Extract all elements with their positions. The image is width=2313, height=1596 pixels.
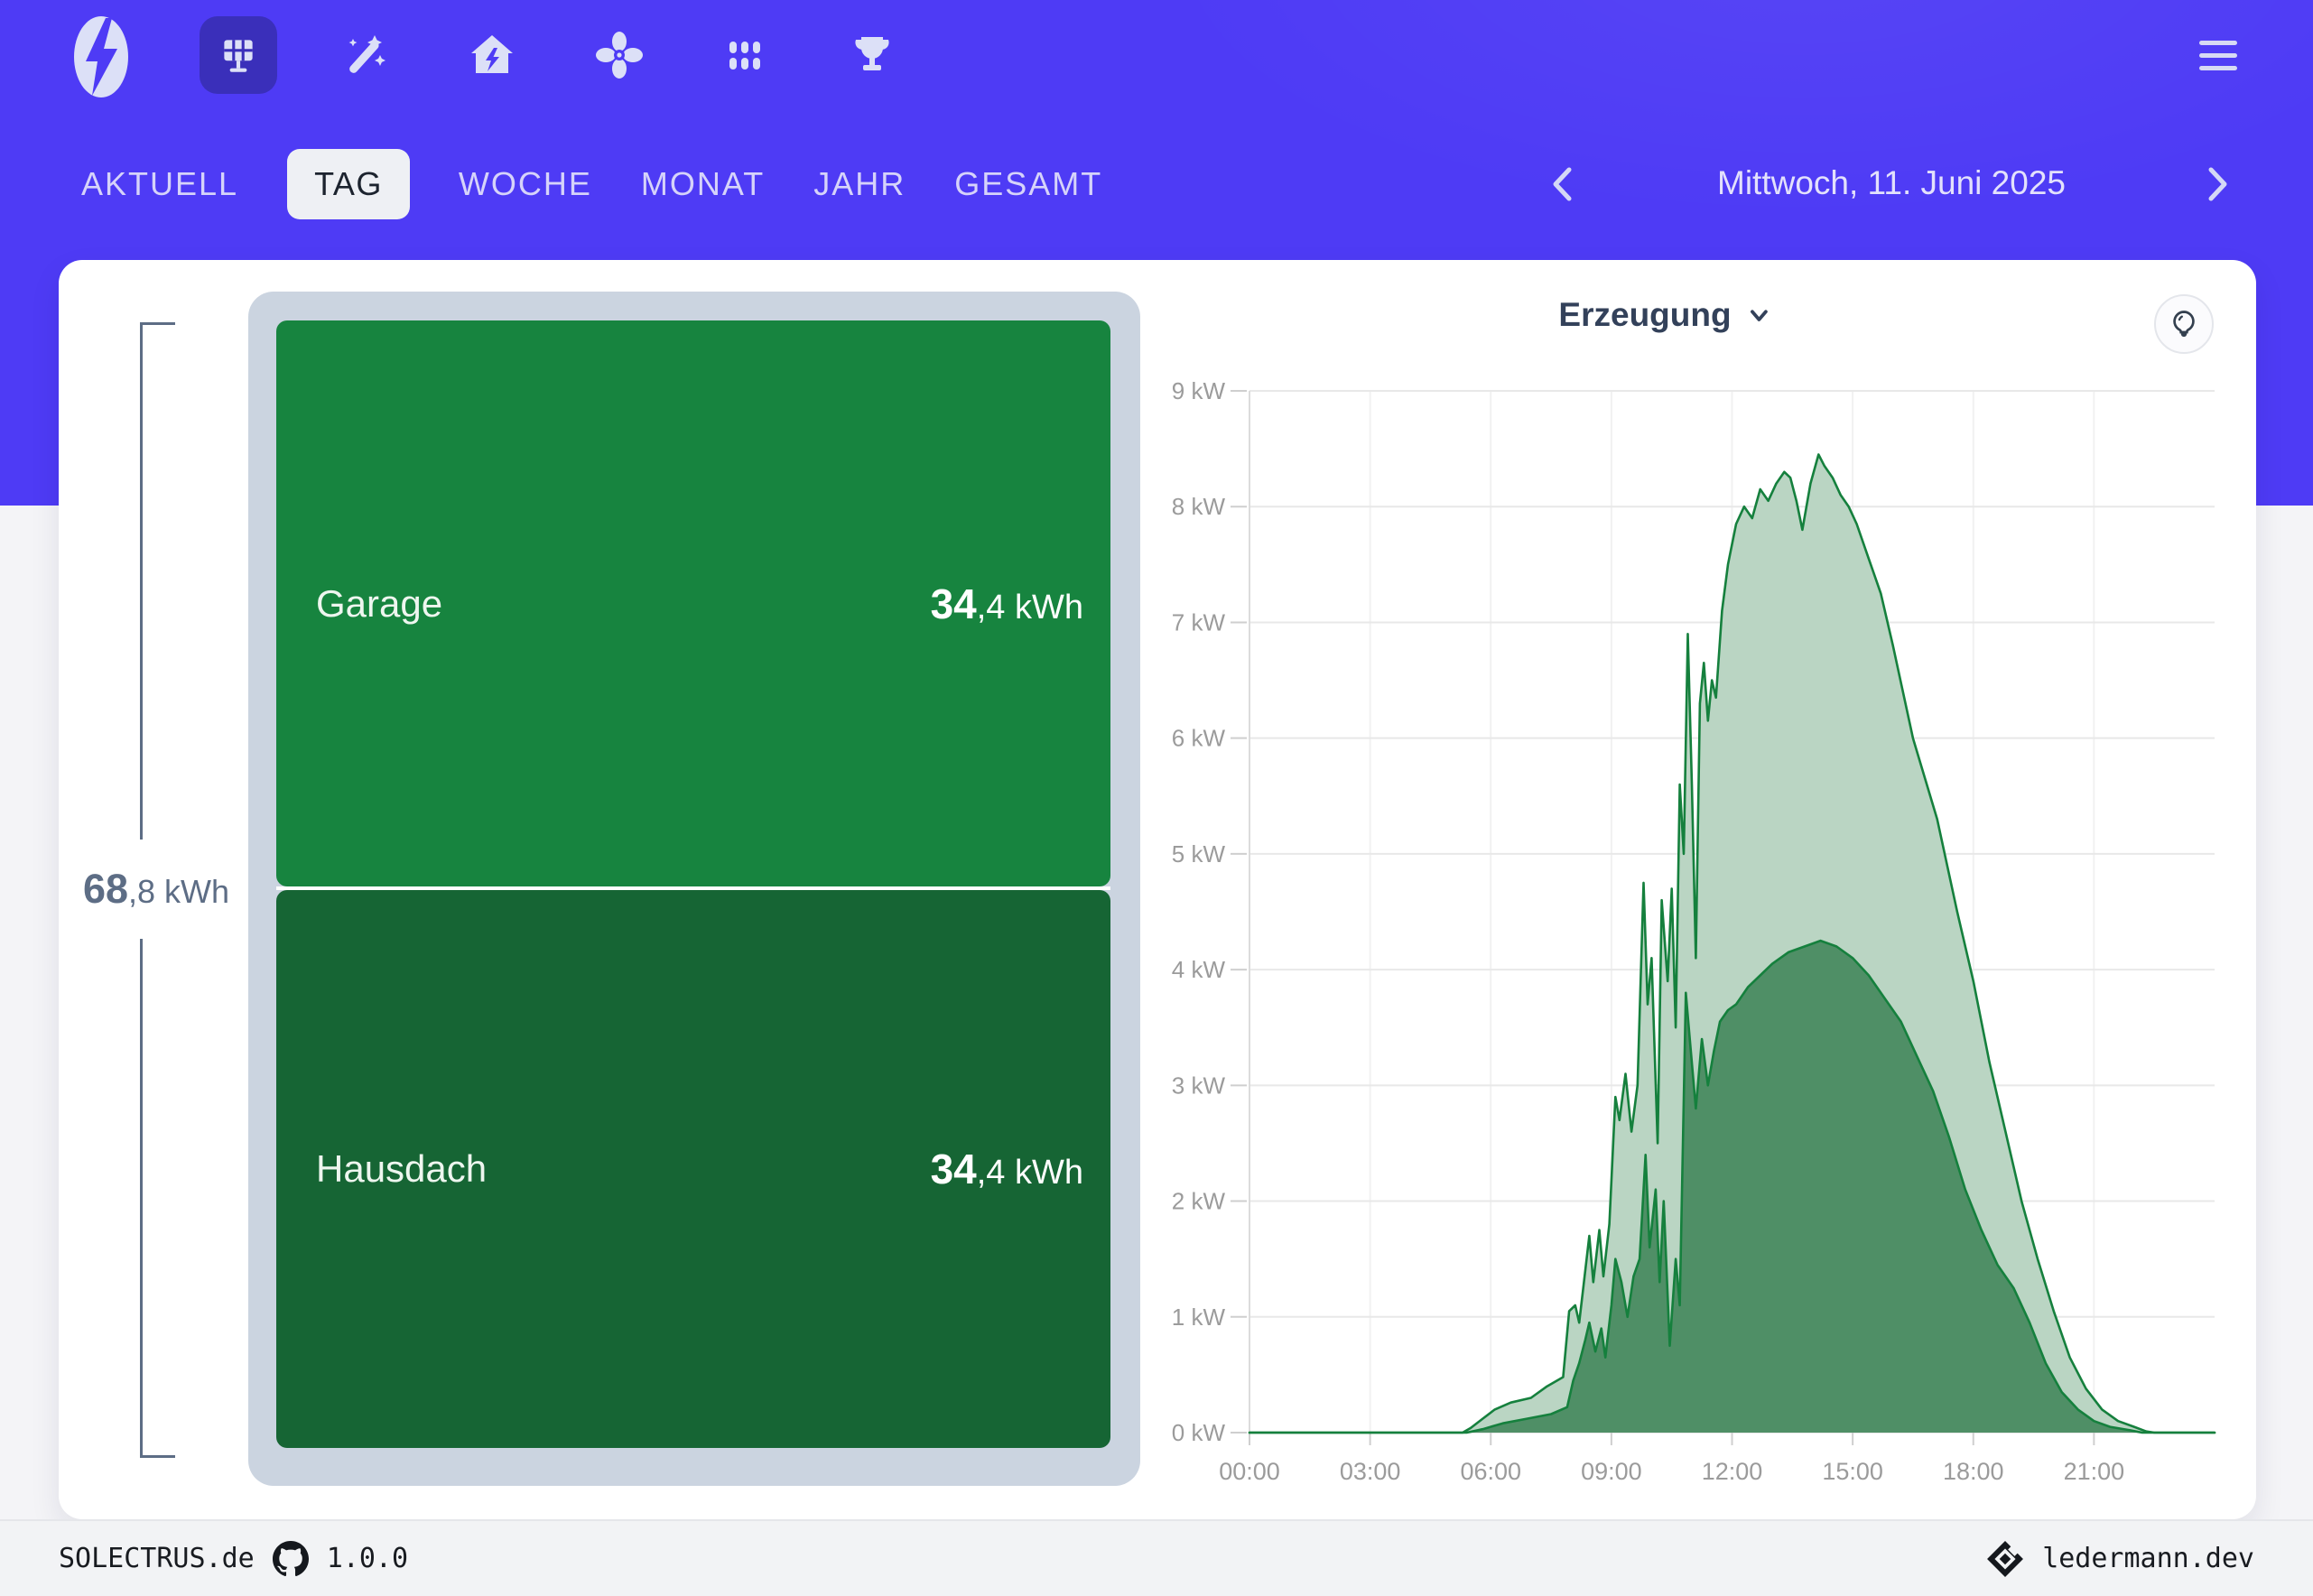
- tab-jahr[interactable]: JAHR: [813, 165, 906, 203]
- nav-button-house[interactable]: [469, 32, 516, 79]
- trophy-icon: [849, 32, 896, 79]
- chart-type-dropdown[interactable]: Erzeugung: [1558, 296, 1772, 334]
- production-segments-panel: Garage 34,4 kWh Hausdach 34,4 kWh: [248, 292, 1140, 1486]
- main-card: 68,8 kWh Garage 34,4 kWh Hausdach 34,4 k…: [59, 260, 2256, 1519]
- svg-text:18:00: 18:00: [1943, 1458, 2004, 1485]
- prev-day-button[interactable]: [1547, 163, 1579, 205]
- fan-icon: [596, 32, 643, 79]
- tab-aktuell[interactable]: AKTUELL: [81, 165, 238, 203]
- svg-text:6 kW: 6 kW: [1172, 725, 1226, 752]
- tab-gesamt[interactable]: GESAMT: [954, 165, 1102, 203]
- production-area-chart[interactable]: 0 kW 1 kW 2 kW 3 kW 4 kW 5 kW 6 kW 7 kW 8 kW 9 kW…: [1169, 368, 2248, 1506]
- lightbulb-icon: [2168, 308, 2200, 340]
- svg-text:00:00: 00:00: [1219, 1458, 1280, 1485]
- chevron-left-icon: [1547, 163, 1579, 205]
- svg-text:7 kW: 7 kW: [1172, 608, 1226, 636]
- ledermann-logo-icon[interactable]: [1986, 1540, 2024, 1578]
- svg-text:1 kW: 1 kW: [1172, 1304, 1226, 1331]
- next-day-button[interactable]: [2201, 163, 2234, 205]
- segment-hausdach[interactable]: Hausdach 34,4 kWh: [276, 890, 1110, 1448]
- nav-button-solar[interactable]: [200, 16, 277, 94]
- svg-text:3 kW: 3 kW: [1172, 1072, 1226, 1099]
- app-logo[interactable]: [72, 14, 130, 99]
- svg-text:15:00: 15:00: [1822, 1458, 1883, 1485]
- footer: SOLECTRUS.de 1.0.0 ledermann.dev: [0, 1519, 2313, 1596]
- github-icon[interactable]: [273, 1541, 309, 1577]
- nav-button-fan[interactable]: [596, 32, 643, 79]
- svg-text:5 kW: 5 kW: [1172, 840, 1226, 868]
- segment-value: 34,4 kWh: [931, 1145, 1083, 1193]
- svg-text:0 kW: 0 kW: [1172, 1419, 1226, 1446]
- top-navigation: [0, 0, 2313, 112]
- magic-wand-icon: [342, 32, 389, 79]
- tab-monat[interactable]: MONAT: [641, 165, 765, 203]
- chevron-down-icon: [1746, 302, 1773, 329]
- footer-credit-link[interactable]: ledermann.dev: [2042, 1543, 2254, 1574]
- segment-label: Garage: [316, 582, 442, 626]
- tip-button[interactable]: [2154, 294, 2214, 354]
- svg-text:9 kW: 9 kW: [1172, 377, 1226, 404]
- svg-text:09:00: 09:00: [1581, 1458, 1642, 1485]
- svg-text:12:00: 12:00: [1702, 1458, 1763, 1485]
- nav-button-trophy[interactable]: [849, 32, 896, 79]
- svg-text:03:00: 03:00: [1340, 1458, 1401, 1485]
- segment-label: Hausdach: [316, 1147, 487, 1191]
- total-production-label: 68,8 kWh: [59, 840, 254, 939]
- tab-tag[interactable]: TAG: [287, 149, 410, 219]
- svg-text:8 kW: 8 kW: [1172, 493, 1226, 520]
- solar-panel-icon: [216, 32, 261, 78]
- chevron-right-icon: [2201, 163, 2234, 205]
- tab-woche[interactable]: WOCHE: [459, 165, 592, 203]
- segment-garage[interactable]: Garage 34,4 kWh: [276, 320, 1110, 886]
- svg-text:06:00: 06:00: [1460, 1458, 1521, 1485]
- grid-dots-icon: [721, 32, 768, 79]
- svg-text:4 kW: 4 kW: [1172, 956, 1226, 983]
- period-tabs: AKTUELL TAG WOCHE MONAT JAHR GESAMT: [81, 148, 1102, 220]
- app-version: 1.0.0: [327, 1543, 408, 1574]
- footer-site-link[interactable]: SOLECTRUS.de: [59, 1543, 255, 1574]
- svg-text:21:00: 21:00: [2064, 1458, 2125, 1485]
- svg-text:2 kW: 2 kW: [1172, 1188, 1226, 1215]
- nav-button-wand[interactable]: [342, 32, 389, 79]
- menu-icon[interactable]: [2199, 41, 2237, 70]
- current-date-label[interactable]: Mittwoch, 11. Juni 2025: [1702, 164, 2081, 202]
- nav-button-apps[interactable]: [721, 32, 768, 79]
- house-energy-icon: [469, 32, 516, 79]
- segment-value: 34,4 kWh: [931, 580, 1083, 628]
